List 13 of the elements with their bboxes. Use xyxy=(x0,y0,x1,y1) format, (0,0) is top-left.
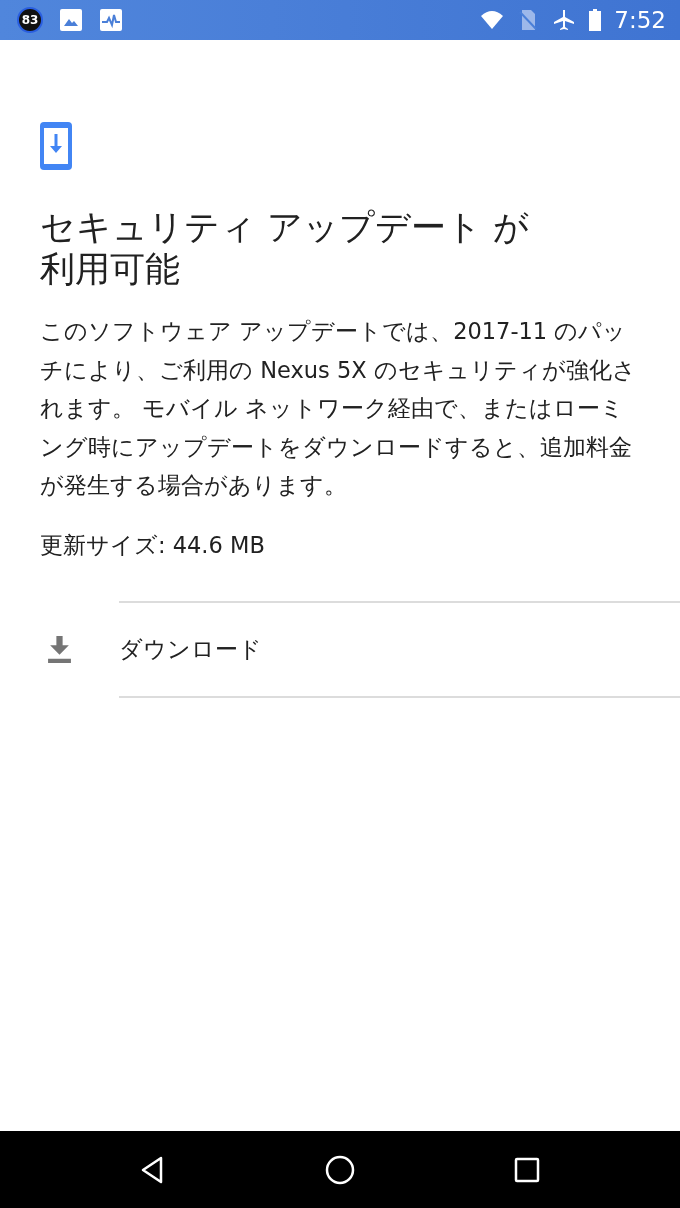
image-icon xyxy=(59,8,83,32)
clock: 7:52 xyxy=(614,7,666,33)
pulse-icon xyxy=(99,8,123,32)
battery-icon xyxy=(588,8,603,32)
airplane-icon xyxy=(552,8,577,32)
description-text: このソフトウェア アップデートでは、2017-11 のパッチにより、ご利用の Nexus 5X のセキュリティが強化されます。 モバイル ネットワーク経由で、またはローミング時にアップデートをダウンロードすると、追加料金が発生する場合があります。 xyxy=(40,317,637,500)
download-icon xyxy=(47,635,72,663)
download-button[interactable]: ダウンロード xyxy=(119,600,680,698)
phone-download-icon xyxy=(40,122,72,170)
notification-badge: 83 xyxy=(17,7,43,33)
page-title: セキュリティ アップデート が利用可能 xyxy=(40,206,531,290)
update-size-text: 更新サイズ: 44.6 MB xyxy=(40,530,266,560)
home-icon[interactable] xyxy=(324,1153,356,1186)
